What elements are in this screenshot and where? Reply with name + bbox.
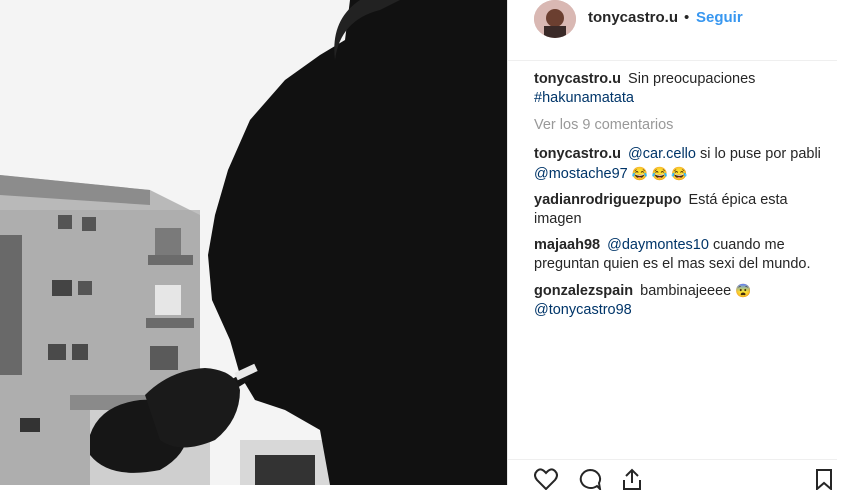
author-username[interactable]: tonycastro.u [588,9,678,26]
comment-mention[interactable]: @mostache97 [534,166,628,182]
comment-username[interactable]: yadianrodriguezpupo [534,192,681,208]
caption: tonycastro.u Sin preocupaciones #hakunam… [534,70,839,108]
comment-username[interactable]: gonzalezspain [534,283,633,299]
follow-button[interactable]: Seguir [696,9,743,26]
comment-text: si lo puse por pabli [700,146,821,162]
caption-username[interactable]: tonycastro.u [534,71,621,87]
comment-item: tonycastro.u @car.cello si lo puse por p… [534,145,839,184]
view-all-comments-link[interactable]: Ver los 9 comentarios [534,116,839,135]
comment-item: gonzalezspain bambinajeeee 😨 @tonycastro… [534,281,839,320]
comment-mention[interactable]: @tonycastro98 [534,302,632,318]
comment-username[interactable]: majaah98 [534,237,600,253]
fearful-emoji: 😨 [735,283,752,298]
comments-section: tonycastro.u Sin preocupaciones #hakunam… [534,70,839,327]
comment-item: yadianrodriguezpupo Está épica esta imag… [534,191,839,229]
bookmark-icon[interactable] [814,468,834,495]
share-icon[interactable] [620,468,644,495]
post-sidebar: tonycastro.u • Seguir tonycastro.u Sin p… [507,0,860,492]
comment-username[interactable]: tonycastro.u [534,146,621,162]
avatar-image [534,0,576,38]
post-image [0,0,507,485]
comment-mention[interactable]: @daymontes10 [607,237,709,253]
comment-text: bambinajeeee [640,283,732,299]
action-bar [508,459,837,492]
comment-item: majaah98 @daymontes10 cuando me pregunta… [534,236,839,274]
laughing-emoji: 😂 😂 😂 [631,166,688,181]
comment-icon[interactable] [578,468,602,495]
caption-text: Sin preocupaciones [628,71,756,87]
heart-icon[interactable] [534,468,558,495]
post-photo [0,0,507,485]
separator-dot: • [684,9,690,26]
avatar[interactable] [534,0,576,38]
comment-mention[interactable]: @car.cello [628,146,696,162]
caption-hashtag[interactable]: #hakunamatata [534,90,634,106]
post-header: tonycastro.u • Seguir [508,0,837,61]
